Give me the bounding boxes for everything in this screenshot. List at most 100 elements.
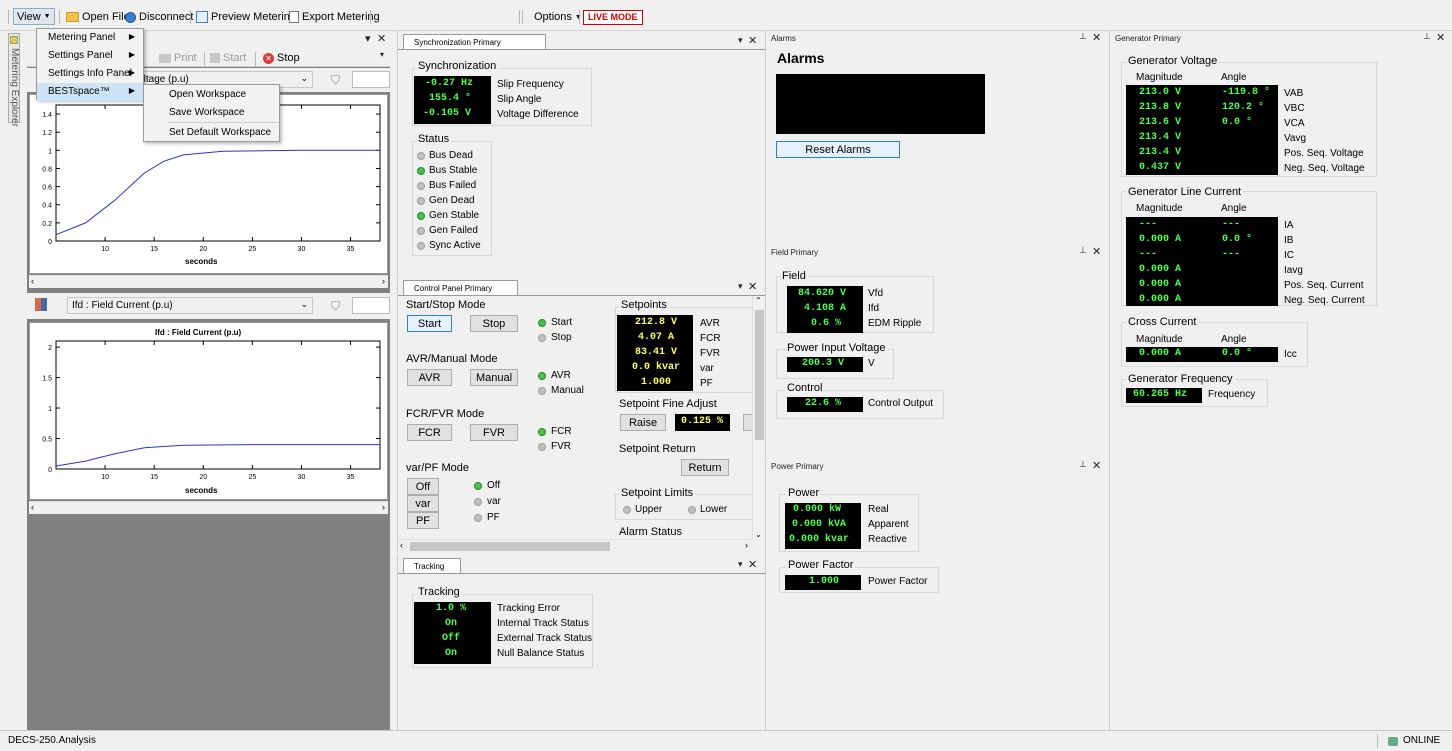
stop-mode-button[interactable]: Stop xyxy=(470,315,518,332)
manual-mode-button[interactable]: Manual xyxy=(470,369,518,386)
plot2-signal-select[interactable]: Ifd : Field Current (p.u) ⌄ xyxy=(67,297,313,314)
tab-synchronization-primary[interactable]: Synchronization Primary xyxy=(403,34,546,50)
chevron-down-icon[interactable]: ▾ xyxy=(380,50,384,59)
slip-angle-label: Slip Angle xyxy=(497,94,542,105)
close-icon[interactable]: ✕ xyxy=(748,34,757,47)
menu-item-settings-panel[interactable]: Settings Panel ▶ xyxy=(37,47,143,65)
series-line xyxy=(55,444,380,467)
field-panel-header: Field Primary xyxy=(771,248,819,257)
setpoint-value-4: 1.000 xyxy=(640,377,671,388)
chevron-left-icon[interactable]: ‹ xyxy=(400,540,403,550)
scroll-thumb[interactable] xyxy=(755,310,764,440)
power-group-title: Power xyxy=(786,487,822,499)
view-dropdown-menu: Metering Panel ▶ Settings Panel ▶ Settings… xyxy=(36,28,144,101)
off-mode-label: Off xyxy=(415,480,431,493)
close-icon[interactable]: ✕ xyxy=(377,32,386,45)
setpoint-value-1: 4.07 A xyxy=(637,332,674,343)
menu-item-settings-info-panel[interactable]: Settings Info Panel ▶ xyxy=(37,65,143,83)
avr-manual-mode-title: AVR/Manual Mode xyxy=(406,353,498,365)
menu-item-metering-panel[interactable]: Metering Panel ▶ xyxy=(37,29,143,47)
pin-icon[interactable]: ⊥ xyxy=(1079,245,1087,256)
lower-limit-led xyxy=(688,506,696,514)
close-icon[interactable]: ✕ xyxy=(1092,31,1101,44)
chevron-down-icon[interactable]: ⌄ xyxy=(755,530,762,539)
var-mode-label: var xyxy=(415,497,431,510)
print-label: Print xyxy=(174,52,197,64)
app-name: DECS-250.Analysis xyxy=(8,735,96,746)
chevron-up-icon[interactable]: ⌃ xyxy=(755,296,762,305)
menu-item-save-workspace[interactable]: Save Workspace xyxy=(144,104,279,122)
pin-icon[interactable]: ⊥ xyxy=(1079,31,1087,42)
print-button[interactable]: Print xyxy=(159,50,197,66)
avr-mode-button[interactable]: AVR xyxy=(407,369,452,386)
piv-unit: V xyxy=(868,358,875,369)
close-icon[interactable]: ✕ xyxy=(1092,245,1101,258)
menu-item-open-workspace[interactable]: Open Workspace xyxy=(144,86,279,104)
y-tick-label: 0 xyxy=(48,467,52,474)
metering-explorer-tab[interactable]: Metering Explorer xyxy=(8,33,20,127)
reset-alarms-button[interactable]: Reset Alarms xyxy=(776,141,900,158)
chevron-left-icon[interactable]: ‹ xyxy=(31,276,34,286)
start-mode-button[interactable]: Start xyxy=(407,315,452,332)
y-tick-label: 2 xyxy=(48,345,52,352)
lower-limit-label: Lower xyxy=(700,504,728,515)
close-icon[interactable]: ✕ xyxy=(1436,31,1445,44)
dropdown-arrow-icon[interactable]: ▾ xyxy=(365,32,371,45)
plot1-value-box[interactable] xyxy=(352,71,390,88)
alarms-title: Alarms xyxy=(777,50,825,66)
fvr-mode-button[interactable]: FVR xyxy=(470,424,518,441)
chevron-right-icon[interactable]: › xyxy=(745,540,748,550)
filter-icon[interactable]: ⛉ xyxy=(331,73,340,88)
return-button[interactable]: Return xyxy=(681,459,729,476)
filter-icon[interactable]: ⛉ xyxy=(331,299,340,314)
chevron-right-icon[interactable]: › xyxy=(382,502,385,512)
stop-mode-label: Stop xyxy=(482,317,506,330)
mag-value-3: 0.000 A xyxy=(1139,264,1182,275)
dropdown-arrow-icon[interactable]: ▾ xyxy=(738,35,743,46)
mag-value-1: 213.8 V xyxy=(1139,102,1182,113)
start-button[interactable]: Start xyxy=(210,50,246,66)
generator-panel-header: Generator Primary xyxy=(1115,34,1181,43)
control-vscrollbar[interactable]: ⌃ ⌄ xyxy=(752,296,765,539)
plot2-hscrollbar[interactable]: ‹ › xyxy=(29,501,388,514)
dropdown-arrow-icon[interactable]: ▾ xyxy=(738,281,743,292)
close-icon[interactable]: ✕ xyxy=(748,280,757,293)
close-icon[interactable]: ✕ xyxy=(748,558,757,571)
export-metering-button[interactable]: Export Metering xyxy=(289,9,380,25)
row-label-4: Pos. Seq. Current xyxy=(1284,280,1364,291)
y-tick-label: 0.5 xyxy=(42,437,52,444)
dropdown-arrow-icon[interactable]: ▾ xyxy=(738,559,743,570)
plot2-value-box[interactable] xyxy=(352,297,390,314)
pin-icon[interactable]: ⊥ xyxy=(1079,459,1087,470)
plot1-hscrollbar[interactable]: ‹ › xyxy=(29,275,388,288)
generator-frequency-title: Generator Frequency xyxy=(1126,373,1235,385)
synchronization-group-title: Synchronization xyxy=(416,60,499,72)
options-menu-button[interactable]: Options ▼ xyxy=(534,9,582,25)
open-file-button[interactable]: Open File xyxy=(66,9,130,25)
field-panel: Field Primary ⊥ ✕ Field 84.620 V 4.108 A… xyxy=(765,245,1108,458)
pin-icon[interactable]: ⊥ xyxy=(1423,31,1431,42)
pf-mode-button[interactable]: PF xyxy=(407,512,439,529)
chevron-left-icon[interactable]: ‹ xyxy=(31,502,34,512)
fcr-mode-button[interactable]: FCR xyxy=(407,424,452,441)
scroll-thumb[interactable] xyxy=(410,542,610,551)
view-menu-button[interactable]: View ▼ xyxy=(13,8,55,25)
frequency-label: Frequency xyxy=(1208,389,1256,400)
stop-button[interactable]: ✕ Stop xyxy=(263,50,300,66)
off-mode-button[interactable]: Off xyxy=(407,478,439,495)
menu-item-set-default-workspace[interactable]: Set Default Workspace xyxy=(144,124,279,142)
menu-item-bestspace[interactable]: BESTspace™ ▶ xyxy=(37,83,143,101)
preview-metering-button[interactable]: Preview Metering xyxy=(196,9,296,25)
close-icon[interactable]: ✕ xyxy=(1092,459,1101,472)
chevron-right-icon[interactable]: › xyxy=(382,276,385,286)
tab-control-panel-primary[interactable]: Control Panel Primary xyxy=(403,280,518,296)
disconnect-button[interactable]: Disconnect xyxy=(125,9,193,25)
control-hscrollbar[interactable]: ‹ › xyxy=(398,539,752,552)
manual-mode-label: Manual xyxy=(475,371,513,384)
x-tick-label: 30 xyxy=(298,246,306,253)
var-mode-button[interactable]: var xyxy=(407,495,439,512)
tab-tracking[interactable]: Tracking xyxy=(403,558,461,574)
power-factor-label: Power Factor xyxy=(868,576,928,587)
raise-button[interactable]: Raise xyxy=(620,414,666,431)
tab-label: Synchronization Primary xyxy=(414,38,501,47)
